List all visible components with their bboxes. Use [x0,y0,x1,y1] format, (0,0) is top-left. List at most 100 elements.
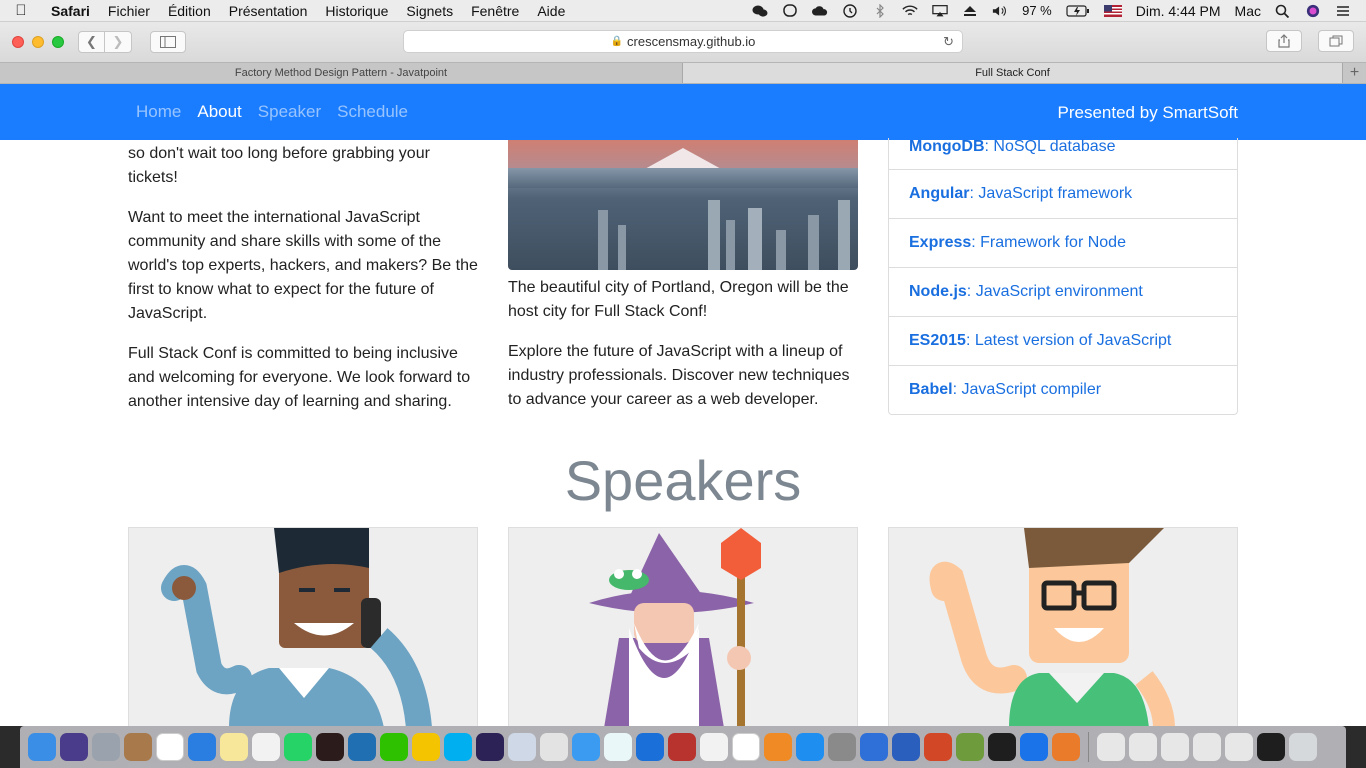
photos-icon[interactable] [732,733,760,761]
building-shape [776,230,786,270]
bluetooth-status-icon[interactable] [865,3,895,18]
speaker-card-2[interactable] [508,527,858,726]
minimize-window-button[interactable] [32,36,44,48]
siri-dock-icon[interactable] [60,733,88,761]
tech-item-babel[interactable]: Babel: JavaScript compiler [889,365,1237,414]
wechat-status-icon[interactable] [745,4,775,18]
menu-app[interactable]: Safari [42,3,99,19]
photos-search-icon[interactable] [348,733,376,761]
city-haze [508,168,858,188]
notes-icon[interactable] [220,733,248,761]
powerpoint-icon[interactable] [924,733,952,761]
tech-item-nodejs[interactable]: Node.js: JavaScript environment [889,267,1237,316]
mount-hood-shape [643,148,723,170]
time-machine-status-icon[interactable] [835,3,865,18]
nav-schedule[interactable]: Schedule [337,102,408,122]
speaker-card-3[interactable] [888,527,1238,726]
tab-overview-button[interactable] [1318,30,1354,52]
intellij-icon[interactable] [988,733,1016,761]
apple-menu-icon[interactable]:  [0,2,42,19]
nav-home[interactable]: Home [136,102,181,122]
siri-icon[interactable] [1298,4,1328,18]
menu-presentation[interactable]: Présentation [220,3,317,19]
menubar-user[interactable]: Mac [1228,3,1268,19]
close-window-button[interactable] [12,36,24,48]
battery-percent[interactable]: 97 % [1015,3,1059,18]
app-yellow-icon[interactable] [412,733,440,761]
speech-bubble-status-icon[interactable] [775,3,805,18]
volume-status-icon[interactable] [985,4,1015,18]
book-cover-icon[interactable] [316,733,344,761]
system-preferences-icon[interactable] [828,733,856,761]
address-bar[interactable]: 🔒 crescensmay.github.io ↻ [403,30,963,53]
image-editor-icon[interactable] [956,733,984,761]
menu-edition[interactable]: Édition [159,3,220,19]
clock-app-icon[interactable] [604,733,632,761]
nav-speaker[interactable]: Speaker [258,102,321,122]
reminders-icon[interactable] [252,733,280,761]
reload-icon[interactable]: ↻ [943,34,954,50]
wechat-dock-icon[interactable] [380,733,408,761]
airplay-status-icon[interactable] [925,4,955,18]
word-icon[interactable] [892,733,920,761]
app-store-icon[interactable] [796,733,824,761]
wifi-status-icon[interactable] [895,4,925,18]
forward-button[interactable]: ❯ [105,31,132,53]
preview-icon[interactable] [508,733,536,761]
sidebar-toggle-button[interactable] [150,31,186,53]
menu-signets[interactable]: Signets [397,3,462,19]
skype-icon[interactable] [444,733,472,761]
eclipse-icon[interactable] [476,733,504,761]
share-button[interactable] [1266,30,1302,52]
eject-status-icon[interactable] [955,4,985,18]
calendar-icon[interactable] [156,733,184,761]
tech-item-es2015[interactable]: ES2015: Latest version of JavaScript [889,316,1237,365]
minimized-window-icon[interactable] [1097,733,1125,761]
tech-item-express[interactable]: Express: Framework for Node [889,218,1237,267]
vpn-icon[interactable] [636,733,664,761]
about-text-4: Explore the future of JavaScript with a … [508,343,850,408]
new-tab-button[interactable]: + [1343,63,1366,83]
about-text-2: Want to meet the international JavaScrip… [128,209,478,322]
minimized-window-icon[interactable] [1225,733,1253,761]
safari-icon[interactable] [188,733,216,761]
intellij-window-icon[interactable] [1257,733,1285,761]
tab-full-stack-conf[interactable]: Full Stack Conf [683,63,1343,83]
finder-icon[interactable] [28,733,56,761]
menu-aide[interactable]: Aide [528,3,574,19]
tools-icon[interactable] [1052,733,1080,761]
photo-booth-icon[interactable] [668,733,696,761]
launchpad-icon[interactable] [92,733,120,761]
building-shape [808,215,819,270]
menu-fenetre[interactable]: Fenêtre [462,3,528,19]
battery-icon[interactable] [1059,4,1097,18]
menu-fichier[interactable]: Fichier [99,3,159,19]
about-column-2: The beautiful city of Portland, Oregon w… [508,140,858,428]
spotlight-search-icon[interactable] [1268,4,1298,18]
tab-javatpoint[interactable]: Factory Method Design Pattern - Javatpoi… [0,63,683,83]
us-flag-icon[interactable] [1097,4,1129,17]
minimized-window-icon[interactable] [1161,733,1189,761]
cloud-status-icon[interactable] [805,4,835,18]
notification-center-icon[interactable] [1328,4,1358,18]
itunes-icon[interactable] [700,733,728,761]
menubar-clock[interactable]: Dim. 4:44 PM [1129,3,1228,19]
back-button[interactable]: ❮ [78,31,105,53]
nav-about[interactable]: About [197,102,241,122]
ibooks-icon[interactable] [764,733,792,761]
tech-item-angular[interactable]: Angular: JavaScript framework [889,169,1237,218]
tech-item-mongodb[interactable]: MongoDB: NoSQL database [889,138,1237,169]
zoom-window-button[interactable] [52,36,64,48]
window-controls [0,36,78,48]
whatsapp-icon[interactable] [284,733,312,761]
speaker-card-1[interactable] [128,527,478,726]
menu-historique[interactable]: Historique [316,3,397,19]
minimized-window-icon[interactable] [1129,733,1157,761]
chrome-icon[interactable] [540,733,568,761]
contacts-icon[interactable] [124,733,152,761]
messages-icon[interactable] [572,733,600,761]
maps-pin-icon[interactable] [1020,733,1048,761]
minimized-window-icon[interactable] [1193,733,1221,761]
xcode-icon[interactable] [860,733,888,761]
trash-icon[interactable] [1289,733,1317,761]
